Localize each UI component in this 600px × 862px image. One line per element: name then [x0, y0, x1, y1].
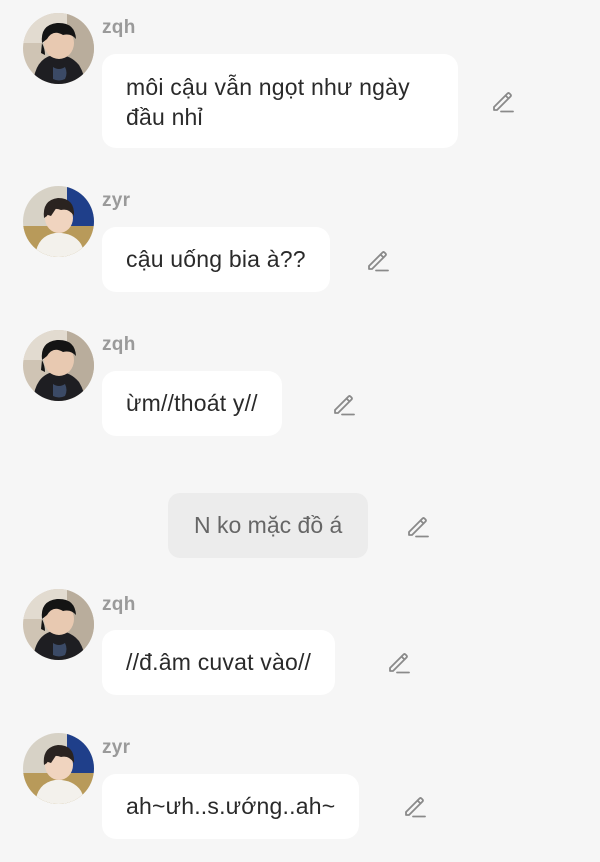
chat-message: zqh //đ.âm cuvat vào//	[0, 575, 600, 705]
pencil-icon[interactable]	[490, 88, 516, 114]
sender-name: zqh	[102, 334, 136, 355]
chat-message: zqh môi cậu vẫn ngọt như ngày đầu nhỉ	[0, 0, 600, 160]
narration-bubble[interactable]: N ko mặc đồ á	[168, 493, 369, 558]
message-bubble[interactable]: ah~ưh..s.ướng..ah~	[102, 774, 360, 839]
avatar[interactable]	[23, 330, 94, 401]
pencil-icon[interactable]	[402, 793, 428, 819]
chat-message: zyr ah~ưh..s.ướng..ah~	[0, 718, 600, 848]
pencil-icon[interactable]	[405, 513, 431, 539]
avatar[interactable]	[23, 13, 94, 84]
message-bubble[interactable]: //đ.âm cuvat vào//	[102, 630, 336, 695]
avatar[interactable]	[23, 186, 94, 257]
narration-message: N ko mặc đồ á	[0, 480, 600, 570]
chat-message: zqh ừm//thoát y//	[0, 315, 600, 445]
sender-name: zqh	[102, 594, 136, 615]
sender-name: zyr	[102, 737, 131, 758]
avatar[interactable]	[23, 589, 94, 660]
message-bubble[interactable]: môi cậu vẫn ngọt như ngày đầu nhỉ	[102, 54, 458, 148]
pencil-icon[interactable]	[386, 649, 412, 675]
avatar[interactable]	[23, 733, 94, 804]
sender-name: zqh	[102, 17, 136, 38]
message-bubble[interactable]: cậu uống bia à??	[102, 227, 330, 292]
chat-message: zyr cậu uống bia à??	[0, 170, 600, 300]
pencil-icon[interactable]	[365, 247, 391, 273]
sender-name: zyr	[102, 190, 131, 211]
message-bubble[interactable]: ừm//thoát y//	[102, 371, 282, 436]
pencil-icon[interactable]	[331, 391, 357, 417]
